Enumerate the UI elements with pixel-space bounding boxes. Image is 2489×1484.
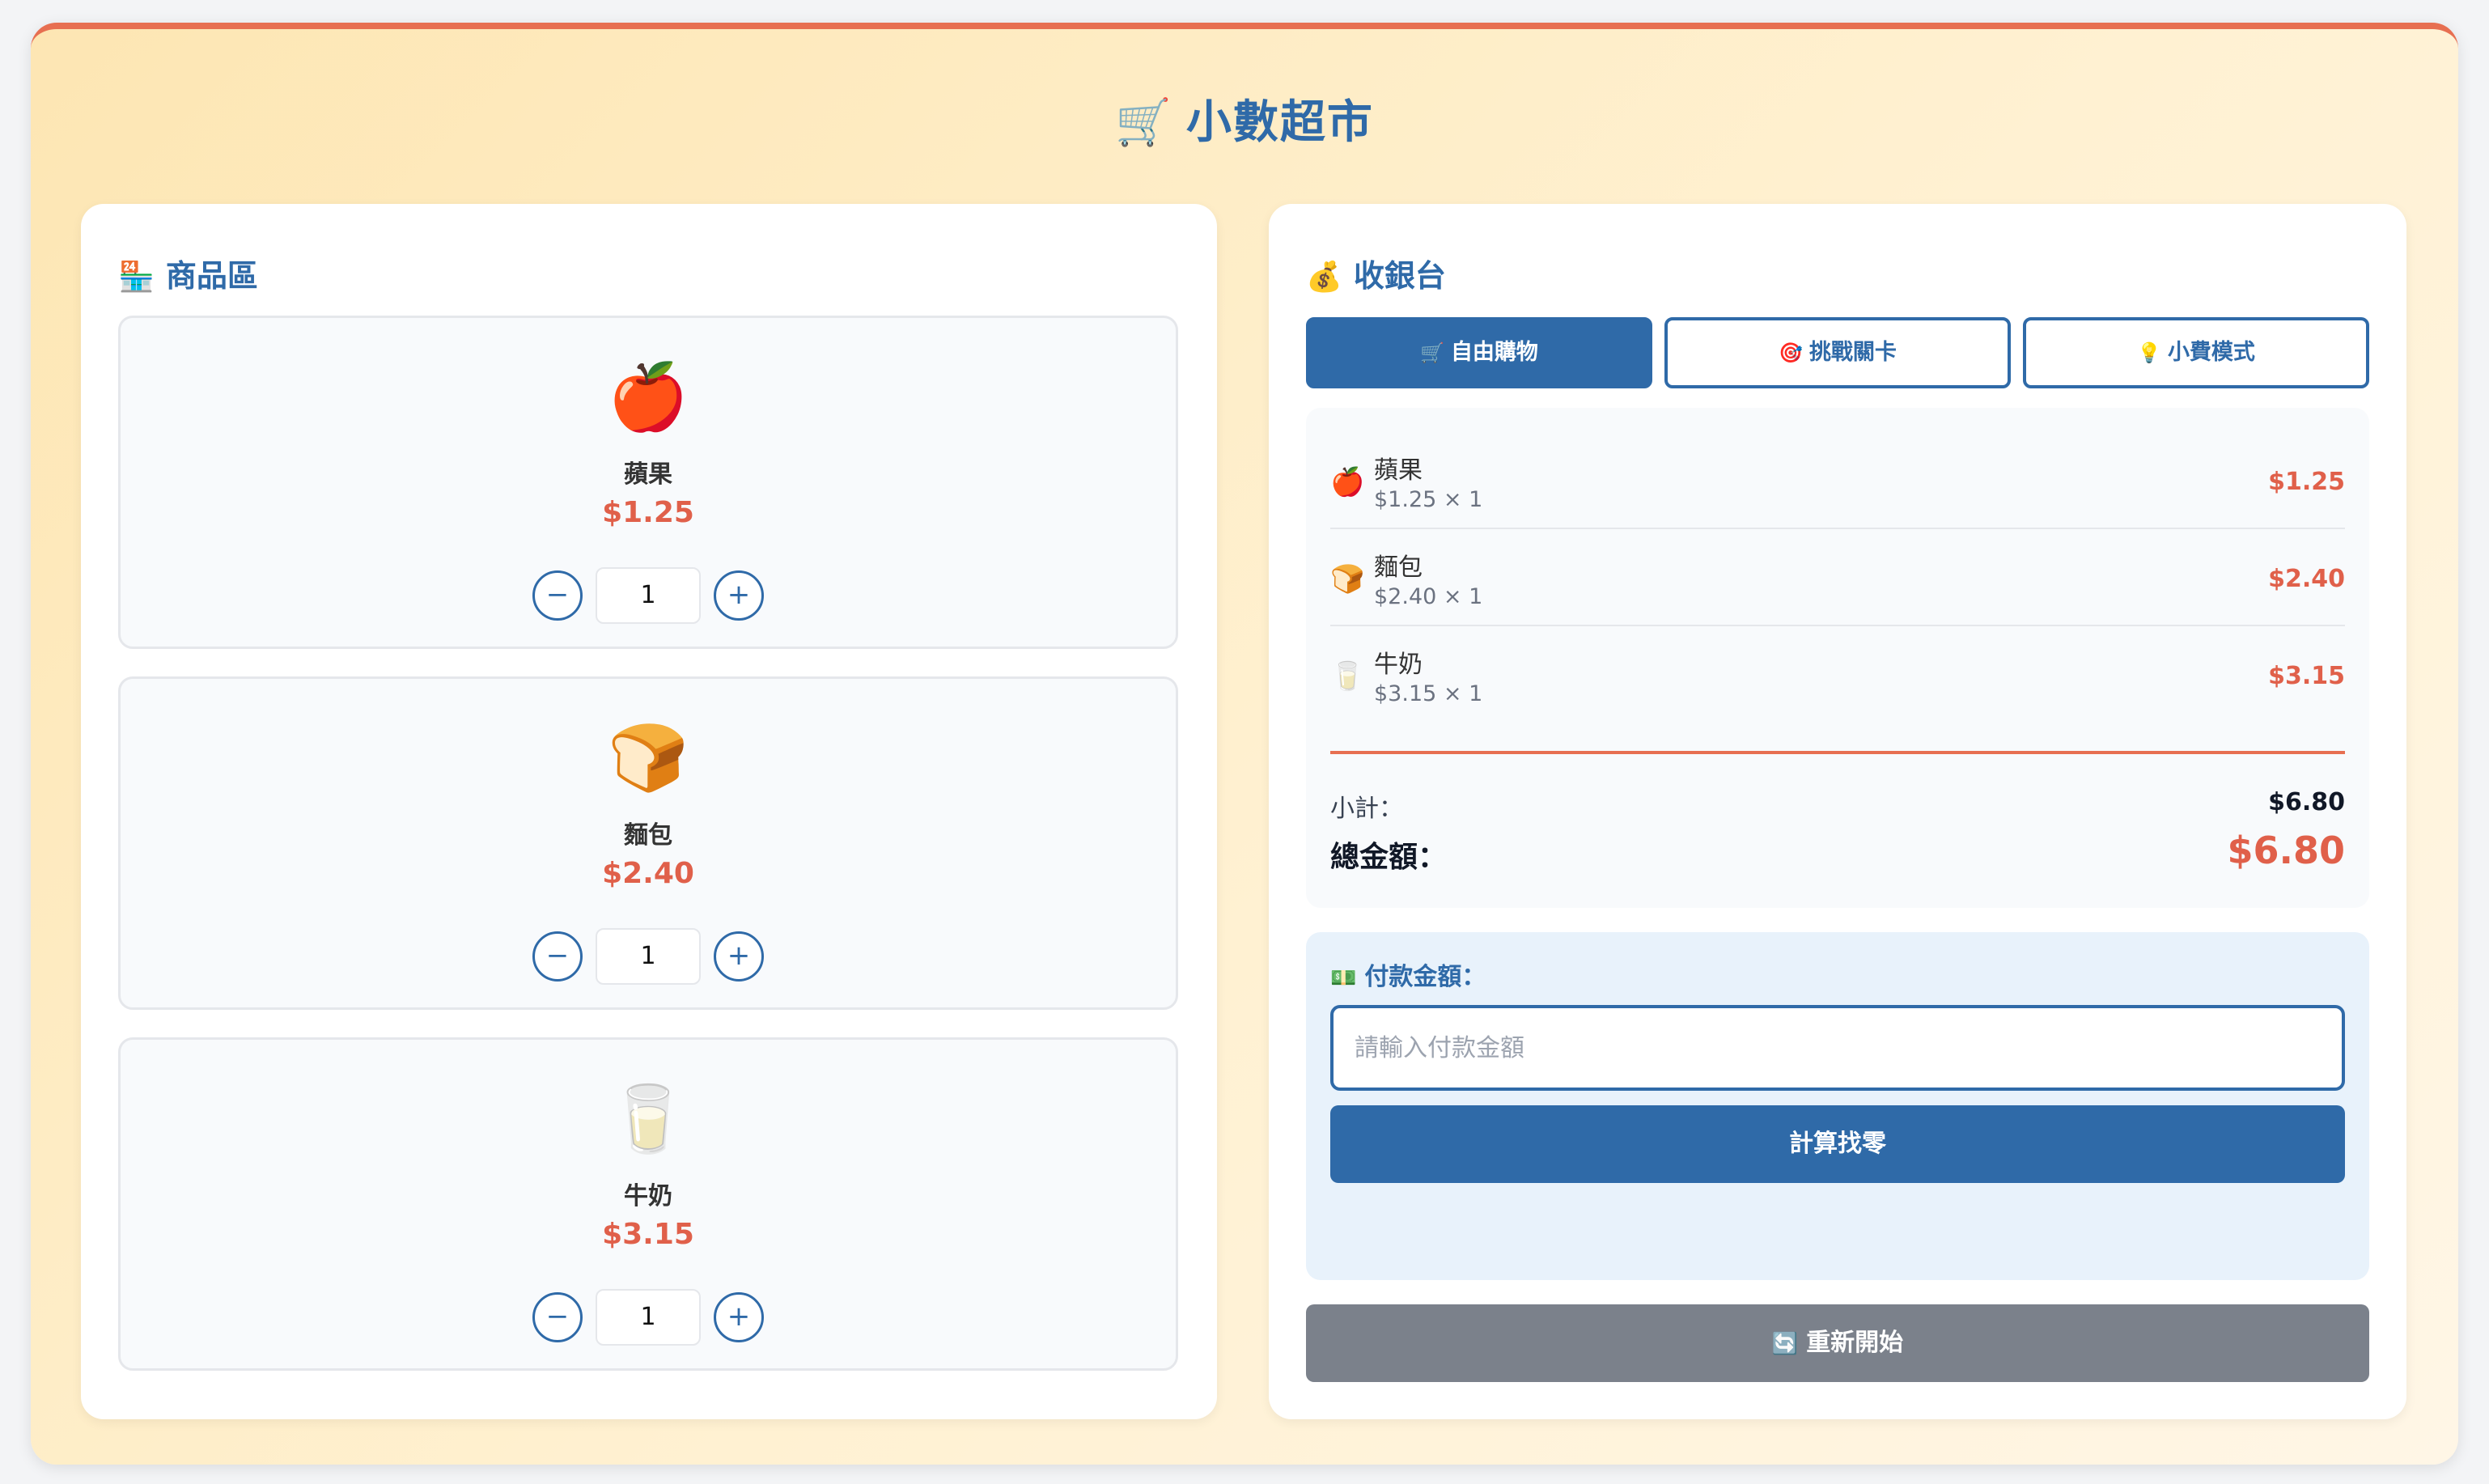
payment-section: 💵 付款金額： 計算找零 bbox=[1306, 932, 2369, 1280]
money-bag-icon: 💰 bbox=[1306, 261, 1342, 294]
decrease-quantity-button[interactable]: − bbox=[532, 570, 583, 621]
products-panel-title-text: 商品區 bbox=[165, 258, 258, 294]
decrease-quantity-button[interactable]: − bbox=[532, 1292, 583, 1342]
product-price: $2.40 bbox=[602, 857, 694, 890]
increase-quantity-button[interactable]: + bbox=[714, 1292, 764, 1342]
increase-quantity-button[interactable]: + bbox=[714, 570, 764, 621]
quantity-input[interactable]: 1 bbox=[596, 1289, 701, 1346]
products-panel: 🏪 商品區 🍎 蘋果 $1.25 −1 + 🍞 麵包 $2.40 −1 + 🥛 牛奶 … bbox=[81, 204, 1217, 1419]
page-title-text: 小數超市 bbox=[1185, 96, 1374, 149]
lightbulb-icon: 💡 bbox=[2137, 341, 2161, 364]
quantity-input[interactable]: 1 bbox=[596, 567, 701, 624]
app-window: 🛒 小數超市 🏪 商品區 🍎 蘋果 $1.25 −1 + 🍞 麵包 $2.40 −1 +… bbox=[31, 23, 2458, 1465]
subtotal-value: $6.80 bbox=[2268, 788, 2345, 816]
page-title: 🛒 小數超市 bbox=[31, 86, 2458, 151]
restart-label: 重新開始 bbox=[1806, 1329, 1904, 1357]
receipt-item-name: 牛奶 bbox=[1374, 651, 1423, 679]
shopping-cart-icon: 🛒 bbox=[1420, 341, 1444, 364]
quantity-stepper: −1 + bbox=[121, 567, 1176, 624]
decrease-quantity-button[interactable]: − bbox=[532, 931, 583, 982]
product-card-milk: 🥛 牛奶 $3.15 −1 + bbox=[118, 1037, 1178, 1371]
mode-free-shopping-button[interactable]: 🛒 自由購物 bbox=[1306, 317, 1652, 388]
quantity-stepper: −1 + bbox=[121, 928, 1176, 985]
product-name: 牛奶 bbox=[624, 1182, 672, 1211]
receipt-item-calc: $1.25 × 1 bbox=[1374, 487, 1483, 512]
target-icon: 🎯 bbox=[1779, 341, 1803, 364]
refresh-icon: 🔄 bbox=[1771, 1332, 1799, 1356]
product-price: $1.25 bbox=[602, 496, 694, 529]
receipt-item: 🍞 麵包 $2.40 × 1 $2.40 bbox=[1330, 529, 2345, 626]
receipt-item-calc: $2.40 × 1 bbox=[1374, 584, 1483, 609]
payment-label-text: 付款金額： bbox=[1364, 963, 1486, 991]
receipt-item-name: 蘋果 bbox=[1374, 456, 1423, 485]
receipt-item-total: $3.15 bbox=[2268, 662, 2345, 690]
quantity-input[interactable]: 1 bbox=[596, 928, 701, 985]
mode-label: 自由購物 bbox=[1450, 340, 1538, 365]
mode-tip-button[interactable]: 💡 小費模式 bbox=[2023, 317, 2369, 388]
products-panel-title: 🏪 商品區 bbox=[118, 251, 258, 295]
shopping-cart-icon: 🛒 bbox=[1115, 96, 1173, 149]
mode-label: 小費模式 bbox=[2167, 340, 2255, 365]
receipt-item-total: $1.25 bbox=[2268, 468, 2345, 496]
product-price: $3.15 bbox=[602, 1218, 694, 1251]
subtotal-label: 小計： bbox=[1330, 795, 1403, 823]
checkout-panel-title: 💰 收銀台 bbox=[1306, 251, 1446, 295]
bread-icon: 🍞 bbox=[608, 720, 689, 795]
receipt-item: 🥛 牛奶 $3.15 × 1 $3.15 bbox=[1330, 626, 2345, 723]
total-label: 總金額： bbox=[1330, 841, 1448, 874]
receipt-divider bbox=[1330, 751, 2345, 754]
receipt-item-total: $2.40 bbox=[2268, 565, 2345, 593]
checkout-panel: 💰 收銀台 🛒 自由購物 🎯 挑戰關卡 💡 小費模式 🍎 蘋果 $1.25 × 1 $1… bbox=[1269, 204, 2406, 1419]
checkout-panel-title-text: 收銀台 bbox=[1353, 258, 1446, 294]
receipt: 🍎 蘋果 $1.25 × 1 $1.25 🍞 麵包 $2.40 × 1 $2.4… bbox=[1306, 408, 2369, 908]
increase-quantity-button[interactable]: + bbox=[714, 931, 764, 982]
calculate-change-button[interactable]: 計算找零 bbox=[1330, 1105, 2345, 1183]
product-card-apple: 🍎 蘋果 $1.25 −1 + bbox=[118, 316, 1178, 649]
milk-icon: 🥛 bbox=[608, 1081, 689, 1156]
product-name: 蘋果 bbox=[624, 460, 672, 489]
mode-label: 挑戰關卡 bbox=[1808, 340, 1897, 365]
receipt-item: 🍎 蘋果 $1.25 × 1 $1.25 bbox=[1330, 432, 2345, 529]
total-value: $6.80 bbox=[2227, 829, 2345, 872]
bread-icon: 🍞 bbox=[1330, 563, 1365, 596]
cash-icon: 💵 bbox=[1330, 966, 1357, 990]
receipt-item-name: 麵包 bbox=[1374, 553, 1423, 582]
product-card-bread: 🍞 麵包 $2.40 −1 + bbox=[118, 676, 1178, 1010]
product-name: 麵包 bbox=[624, 821, 672, 850]
restart-button[interactable]: 🔄 重新開始 bbox=[1306, 1304, 2369, 1382]
receipt-item-calc: $3.15 × 1 bbox=[1374, 681, 1483, 706]
quantity-stepper: −1 + bbox=[121, 1289, 1176, 1346]
apple-icon: 🍎 bbox=[608, 359, 689, 435]
mode-challenge-button[interactable]: 🎯 挑戰關卡 bbox=[1664, 317, 2011, 388]
milk-icon: 🥛 bbox=[1330, 660, 1365, 693]
apple-icon: 🍎 bbox=[1330, 466, 1365, 498]
payment-amount-input[interactable] bbox=[1330, 1005, 2345, 1091]
payment-label: 💵 付款金額： bbox=[1330, 956, 1486, 992]
store-icon: 🏪 bbox=[118, 261, 155, 294]
